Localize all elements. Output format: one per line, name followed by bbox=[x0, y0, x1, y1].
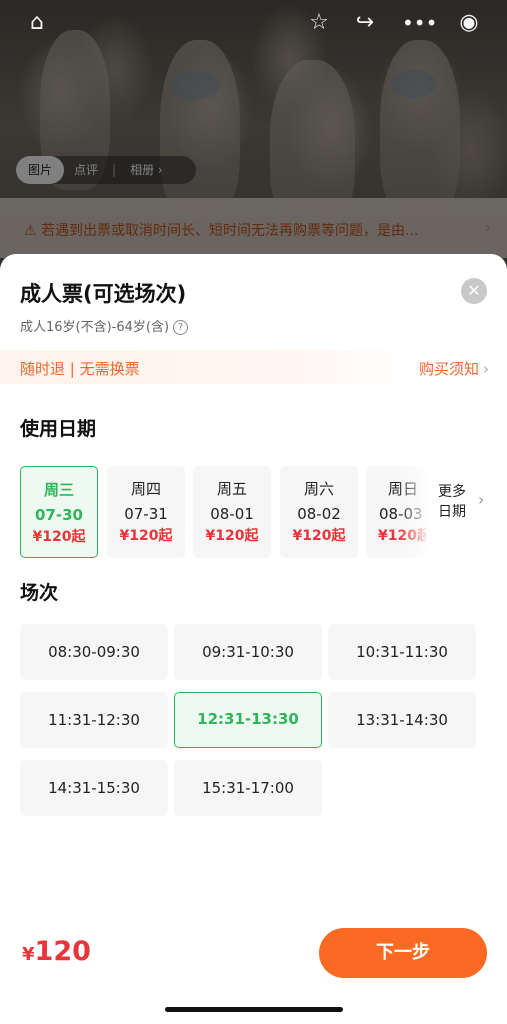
date-price: ¥120起 bbox=[119, 528, 173, 544]
target-icon[interactable]: ◉ bbox=[456, 10, 482, 36]
total-price: ¥120 bbox=[22, 936, 91, 967]
date-card[interactable]: 周五 08-01 ¥120起 bbox=[193, 466, 271, 558]
date-value: 07-31 bbox=[124, 505, 168, 523]
scroll-fade bbox=[398, 466, 436, 558]
more-dates-button[interactable]: 更多 日期 › bbox=[438, 482, 498, 522]
home-icon[interactable]: ⌂ bbox=[24, 10, 50, 36]
date-value: 08-02 bbox=[297, 505, 341, 523]
date-weekday: 周五 bbox=[216, 480, 247, 498]
time-slot[interactable]: 09:31-10:30 bbox=[174, 624, 322, 680]
date-value: 08-01 bbox=[210, 505, 254, 523]
date-price: ¥120起 bbox=[292, 528, 346, 544]
time-slot-selected[interactable]: 12:31-13:30 bbox=[174, 692, 322, 748]
age-range: 成人16岁(不含)-64岁(含)? bbox=[20, 316, 189, 335]
date-card[interactable]: 周六 08-02 ¥120起 bbox=[280, 466, 358, 558]
slot-section-title: 场次 bbox=[20, 582, 59, 604]
date-weekday: 周六 bbox=[303, 480, 334, 498]
price-currency: ¥ bbox=[22, 944, 35, 965]
date-price: ¥120起 bbox=[32, 529, 86, 545]
close-icon[interactable]: ✕ bbox=[461, 278, 487, 304]
time-slot[interactable]: 11:31-12:30 bbox=[20, 692, 168, 748]
purchase-notes-label: 购买须知 bbox=[418, 360, 479, 378]
more-dates-line1: 更多 bbox=[438, 484, 466, 500]
time-slot[interactable]: 15:31-17:00 bbox=[174, 760, 322, 816]
star-icon[interactable]: ☆ bbox=[306, 10, 332, 36]
refund-policy: 随时退 | 无需换票 bbox=[20, 360, 140, 378]
next-step-button[interactable]: 下一步 bbox=[319, 928, 487, 978]
question-icon[interactable]: ? bbox=[173, 320, 189, 335]
time-slot[interactable]: 14:31-15:30 bbox=[20, 760, 168, 816]
sheet-title: 成人票(可选场次) bbox=[20, 282, 187, 306]
home-indicator bbox=[165, 1007, 343, 1012]
age-range-text: 成人16岁(不含)-64岁(含) bbox=[20, 320, 170, 335]
time-slot[interactable]: 08:30-09:30 bbox=[20, 624, 168, 680]
more-icon[interactable]: ••• bbox=[402, 10, 437, 36]
chevron-right-icon: › bbox=[483, 360, 489, 378]
share-icon[interactable]: ↪ bbox=[352, 10, 378, 36]
purchase-notes-link[interactable]: 购买须知 › bbox=[419, 358, 489, 379]
date-section-title: 使用日期 bbox=[20, 418, 97, 440]
price-value: 120 bbox=[34, 936, 91, 967]
date-value: 07-30 bbox=[35, 506, 83, 524]
dim-overlay[interactable] bbox=[0, 0, 507, 280]
date-card[interactable]: 周三 07-30 ¥120起 bbox=[20, 466, 98, 558]
time-slot[interactable]: 13:31-14:30 bbox=[328, 692, 476, 748]
date-price: ¥120起 bbox=[205, 528, 259, 544]
date-weekday: 周三 bbox=[43, 481, 74, 499]
chevron-right-icon: › bbox=[478, 490, 485, 509]
policy-bar: 随时退 | 无需换票 购买须知 › bbox=[0, 350, 507, 384]
date-weekday: 周四 bbox=[130, 480, 161, 498]
time-slot[interactable]: 10:31-11:30 bbox=[328, 624, 476, 680]
ticket-sheet: 成人票(可选场次) ✕ 成人16岁(不含)-64岁(含)? 随时退 | 无需换票… bbox=[0, 254, 507, 1024]
more-dates-line2: 日期 bbox=[438, 504, 466, 520]
date-card[interactable]: 周四 07-31 ¥120起 bbox=[107, 466, 185, 558]
